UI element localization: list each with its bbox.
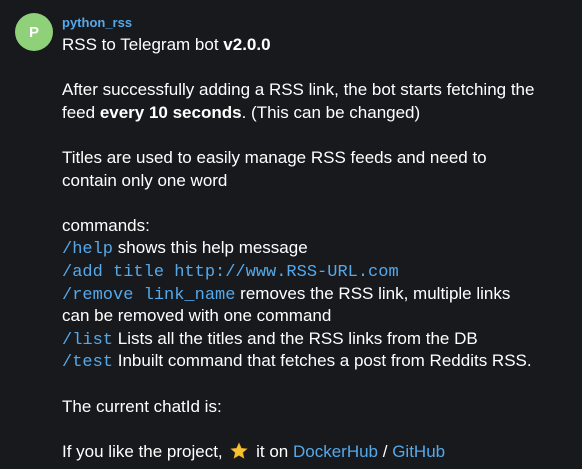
message-row: P python_rss RSS to Telegram bot v2.0.0 …: [0, 0, 582, 469]
intro-2-pre: feed: [62, 102, 100, 122]
test-command-line: /test Inbuilt command that fetches a pos…: [62, 350, 580, 373]
commands-label: commands:: [62, 215, 150, 235]
titles-line-2: contain only one word: [62, 170, 228, 190]
help-command-line: /help shows this help message: [62, 237, 580, 260]
help-desc: shows this help message: [113, 238, 308, 258]
title-line: RSS to Telegram bot v2.0.0: [62, 34, 580, 57]
avatar-letter: P: [28, 23, 39, 41]
footer-sep: /: [378, 441, 393, 461]
list-desc: Lists all the titles and the RSS links f…: [113, 328, 478, 348]
titles-line-1: Titles are used to easily manage RSS fee…: [62, 147, 487, 167]
footer-line: If you like the project, it on DockerHub…: [62, 441, 580, 464]
footer-mid: it on: [251, 441, 293, 461]
footer-pre: If you like the project,: [62, 441, 228, 461]
dockerhub-link[interactable]: DockerHub: [293, 442, 378, 461]
remove-desc-line-2: can be removed with one command: [62, 306, 332, 326]
test-desc: Inbuilt command that fetches a post from…: [113, 351, 532, 371]
title-version: v2.0.0: [223, 35, 271, 54]
remove-command[interactable]: /remove link_name: [62, 286, 235, 305]
intro-line-1: After successfully adding a RSS link, th…: [62, 80, 535, 100]
intro-2-bold: every 10 seconds: [99, 102, 242, 122]
list-command-line: /list Lists all the titles and the RSS l…: [62, 328, 580, 351]
sender-avatar[interactable]: P: [15, 13, 53, 51]
star-icon: [230, 442, 249, 459]
test-command[interactable]: /test: [62, 353, 113, 372]
title-text: RSS to Telegram bot: [62, 35, 224, 54]
remove-command-line: /remove link_name removes the RSS link, …: [62, 283, 580, 306]
message-bubble: python_rss RSS to Telegram bot v2.0.0 Af…: [60, 10, 582, 469]
sender-name[interactable]: python_rss: [62, 15, 132, 30]
add-command[interactable]: /add title http://www.RSS-URL.com: [62, 263, 399, 282]
chatid-line: The current chatId is:: [62, 396, 222, 416]
intro-2-post: . (This can be changed): [241, 102, 421, 122]
remove-desc: removes the RSS link, multiple links: [235, 283, 511, 303]
github-link[interactable]: GitHub: [392, 442, 445, 461]
message-body: RSS to Telegram bot v2.0.0 After success…: [62, 34, 580, 463]
add-command-line: /add title http://www.RSS-URL.com: [62, 260, 580, 283]
help-command[interactable]: /help: [62, 240, 113, 259]
list-command[interactable]: /list: [62, 331, 113, 350]
intro-line-2: feed every 10 seconds. (This can be chan…: [62, 102, 580, 125]
